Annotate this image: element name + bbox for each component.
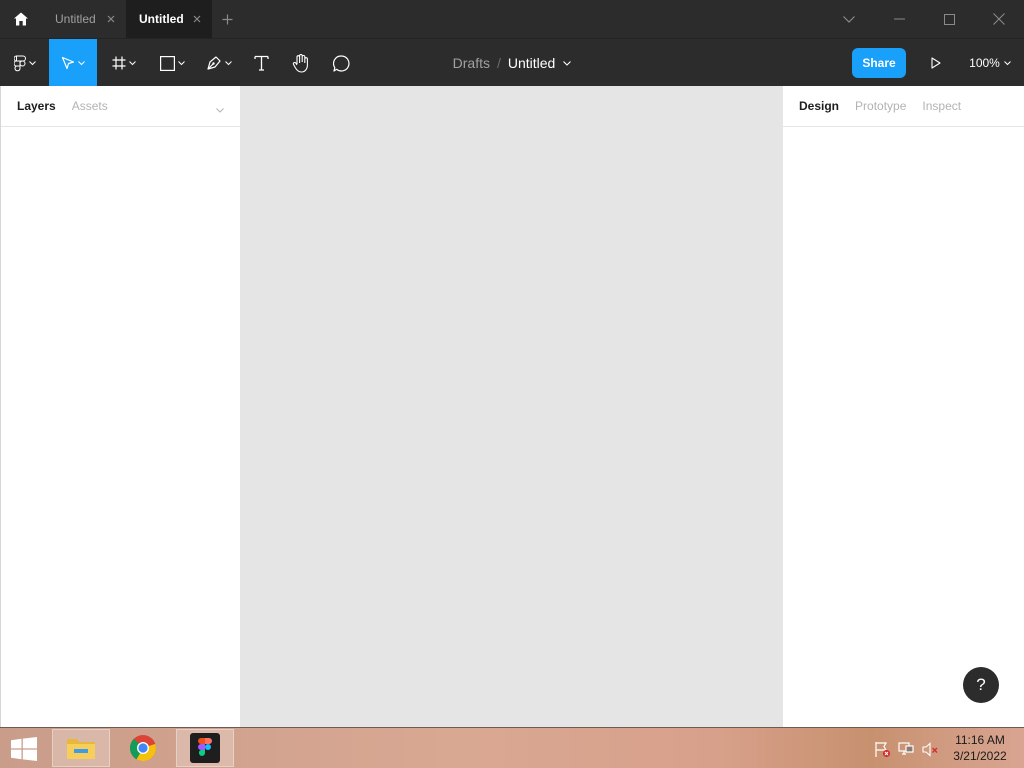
taskbar-clock[interactable]: 11:16 AM 3/21/2022	[944, 732, 1016, 764]
tray-action-center[interactable]	[873, 740, 891, 758]
file-name[interactable]: Untitled	[508, 55, 555, 71]
start-button[interactable]	[0, 728, 48, 768]
zoom-value: 100%	[969, 56, 1000, 70]
taskbar-file-explorer[interactable]	[52, 729, 110, 767]
main-toolbar: Drafts / Untitled Share 100%	[0, 38, 1024, 87]
main-menu-button[interactable]	[6, 39, 44, 87]
rectangle-icon	[159, 55, 175, 71]
comment-icon	[332, 54, 350, 72]
breadcrumb-separator: /	[496, 55, 501, 71]
breadcrumb-location[interactable]: Drafts	[453, 55, 490, 71]
figma-app-window: Untitled Untitled Drafts / Untitled Shar…	[0, 0, 1024, 768]
chevron-down-icon	[216, 108, 224, 113]
help-button[interactable]: ?	[963, 667, 999, 703]
comment-tool-button[interactable]	[324, 39, 358, 87]
chevron-down-icon	[843, 15, 855, 23]
maximize-button[interactable]	[924, 0, 974, 38]
flag-icon	[874, 741, 890, 757]
share-button[interactable]: Share	[852, 48, 906, 78]
tray-network[interactable]	[897, 740, 915, 758]
close-tab-icon[interactable]	[106, 14, 116, 24]
chevron-down-icon	[129, 60, 136, 65]
pen-icon	[207, 56, 221, 70]
design-canvas[interactable]	[241, 86, 782, 727]
zoom-dropdown[interactable]: 100%	[962, 39, 1018, 87]
network-icon	[897, 741, 914, 755]
chevron-down-icon	[78, 60, 85, 65]
titlebar-drag-area	[242, 0, 824, 38]
right-panel-tabs: Design Prototype Inspect	[783, 86, 1024, 127]
plus-icon	[222, 14, 232, 24]
tab-layers[interactable]: Layers	[17, 99, 56, 113]
tabs-dropdown-button[interactable]	[824, 0, 874, 38]
home-button[interactable]	[0, 0, 42, 38]
move-tool-button[interactable]	[49, 39, 97, 87]
minimize-button[interactable]	[874, 0, 924, 38]
minimize-icon	[893, 18, 905, 20]
maximize-icon	[943, 13, 955, 25]
home-icon	[14, 12, 28, 26]
windows-taskbar: 11:16 AM 3/21/2022	[0, 727, 1024, 768]
clock-date: 3/21/2022	[953, 749, 1007, 763]
file-tab-label: Untitled	[55, 12, 96, 26]
properties-panel: Design Prototype Inspect	[782, 86, 1024, 727]
close-tab-icon[interactable]	[192, 14, 202, 24]
file-menu-button[interactable]	[563, 60, 572, 66]
figma-menu-icon	[14, 55, 26, 71]
pages-toggle-button[interactable]	[216, 102, 224, 116]
present-button[interactable]	[922, 39, 950, 87]
chevron-down-icon	[225, 60, 232, 65]
taskbar-figma[interactable]	[176, 729, 234, 767]
hand-icon	[292, 53, 308, 73]
windows-logo-icon	[11, 736, 37, 761]
volume-muted-icon	[921, 741, 937, 757]
chrome-icon	[130, 735, 156, 762]
tab-prototype[interactable]: Prototype	[855, 99, 906, 113]
move-icon	[61, 56, 75, 70]
file-tab-label: Untitled	[139, 12, 184, 26]
figma-icon	[190, 733, 220, 763]
pen-tool-button[interactable]	[198, 39, 240, 87]
shape-tool-button[interactable]	[151, 39, 193, 87]
play-icon	[931, 57, 941, 69]
chevron-down-icon	[563, 60, 572, 66]
tab-design[interactable]: Design	[799, 99, 839, 113]
taskbar-chrome[interactable]	[114, 729, 172, 767]
frame-tool-button[interactable]	[104, 39, 144, 87]
title-bar: Untitled Untitled	[0, 0, 1024, 38]
new-tab-button[interactable]	[212, 0, 242, 38]
file-tab-active[interactable]: Untitled	[126, 0, 212, 38]
hand-tool-button[interactable]	[284, 39, 318, 87]
left-panel-tabs: Layers Assets	[1, 86, 240, 127]
text-tool-button[interactable]	[245, 39, 277, 87]
chevron-down-icon	[177, 60, 185, 65]
tab-inspect[interactable]: Inspect	[922, 99, 961, 113]
chevron-down-icon	[1003, 60, 1011, 65]
chevron-down-icon	[29, 60, 36, 65]
close-window-button[interactable]	[974, 0, 1024, 38]
file-tab[interactable]: Untitled	[42, 0, 126, 38]
text-icon	[253, 55, 269, 71]
layers-panel: Layers Assets	[0, 86, 241, 727]
frame-icon	[112, 56, 126, 70]
file-explorer-icon	[67, 739, 95, 759]
close-icon	[993, 13, 1005, 25]
tray-volume[interactable]	[921, 740, 939, 758]
tab-assets[interactable]: Assets	[72, 99, 108, 113]
clock-time: 11:16 AM	[955, 733, 1005, 747]
